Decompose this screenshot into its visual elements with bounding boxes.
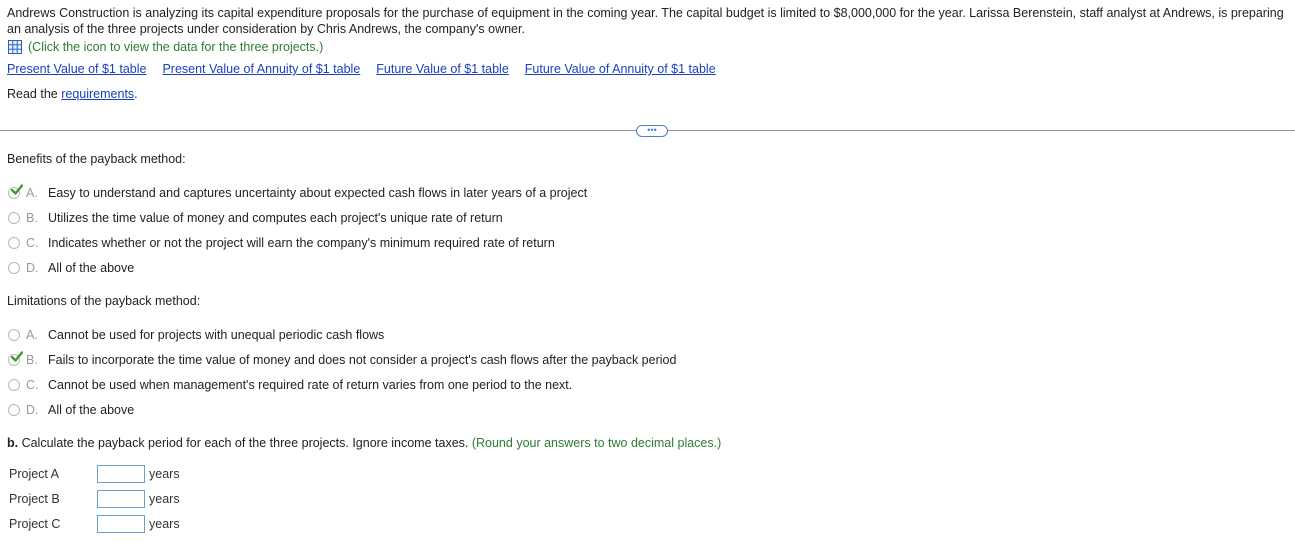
radio-selected[interactable] xyxy=(8,351,23,366)
limitation-option-a[interactable]: A. Cannot be used for projects with unequ… xyxy=(8,327,384,343)
option-letter: D. xyxy=(26,403,39,417)
project-data-link[interactable]: (Click the icon to view the data for the… xyxy=(8,40,323,54)
radio-button[interactable] xyxy=(8,212,20,224)
option-letter: C. xyxy=(26,236,39,250)
requirements-link[interactable]: requirements xyxy=(61,87,134,101)
option-text: Utilizes the time value of money and com… xyxy=(48,211,503,225)
limitation-option-d[interactable]: D. All of the above xyxy=(8,402,134,418)
project-c-label: Project C xyxy=(9,517,61,531)
option-text: Fails to incorporate the time value of m… xyxy=(48,353,677,367)
project-data-link-text[interactable]: (Click the icon to view the data for the… xyxy=(28,40,323,54)
requirements-line: Read the requirements. xyxy=(7,87,138,101)
problem-intro: Andrews Construction is analyzing its ca… xyxy=(7,6,1284,36)
radio-selected[interactable] xyxy=(8,184,23,199)
project-a-input[interactable] xyxy=(97,465,145,483)
project-b-unit: years xyxy=(149,492,180,506)
option-letter: B. xyxy=(26,211,38,225)
radio-button[interactable] xyxy=(8,237,20,249)
checkmark-icon xyxy=(11,351,23,362)
radio-button[interactable] xyxy=(8,329,20,341)
part-b-marker: b. xyxy=(7,436,19,450)
part-b-question: b. Calculate the payback period for each… xyxy=(7,436,721,450)
part-b-text: Calculate the payback period for each of… xyxy=(18,436,472,450)
option-letter: B. xyxy=(26,353,38,367)
limitation-option-b[interactable]: B. Fails to incorporate the time value of… xyxy=(8,351,677,368)
option-text: All of the above xyxy=(48,261,135,275)
radio-button[interactable] xyxy=(8,404,20,416)
option-text: All of the above xyxy=(48,403,135,417)
radio-button[interactable] xyxy=(8,262,20,274)
limitations-label: Limitations of the payback method: xyxy=(7,294,201,308)
option-text: Cannot be used when management's require… xyxy=(48,378,573,392)
project-a-label: Project A xyxy=(9,467,60,481)
project-b-input[interactable] xyxy=(97,490,145,508)
option-letter: C. xyxy=(26,378,39,392)
project-b-label: Project B xyxy=(9,492,60,506)
option-letter: A. xyxy=(26,186,38,200)
rounding-hint: (Round your answers to two decimal place… xyxy=(471,436,722,450)
option-letter: A. xyxy=(26,328,38,342)
requirements-suffix: . xyxy=(134,87,138,101)
benefit-option-c[interactable]: C. Indicates whether or not the project w… xyxy=(8,235,555,251)
project-c-input[interactable] xyxy=(97,515,145,533)
option-text: Cannot be used for projects with unequal… xyxy=(48,328,385,342)
limitation-option-c[interactable]: C. Cannot be used when management's requi… xyxy=(8,377,572,393)
pv-annuity-table-link[interactable]: Present Value of Annuity of $1 table xyxy=(162,62,360,76)
project-a-row: Project A years xyxy=(9,464,180,484)
pv-table-link[interactable]: Present Value of $1 table xyxy=(7,62,146,76)
radio-button[interactable] xyxy=(8,379,20,391)
option-text: Easy to understand and captures uncertai… xyxy=(48,186,588,200)
fv-annuity-table-link[interactable]: Future Value of Annuity of $1 table xyxy=(525,62,716,76)
benefit-option-a[interactable]: A. Easy to understand and captures uncert… xyxy=(8,184,588,201)
project-b-row: Project B years xyxy=(9,489,180,509)
requirements-prefix: Read the xyxy=(7,87,62,101)
project-a-unit: years xyxy=(149,467,180,481)
table-grid-icon[interactable] xyxy=(8,40,22,54)
reference-tables: Present Value of $1 table Present Value … xyxy=(7,62,716,76)
option-text: Indicates whether or not the project wil… xyxy=(48,236,555,250)
checkmark-icon xyxy=(11,184,23,195)
benefits-label: Benefits of the payback method: xyxy=(7,152,186,166)
option-letter: D. xyxy=(26,261,39,275)
benefit-option-d[interactable]: D. All of the above xyxy=(8,260,134,276)
project-c-row: Project C years xyxy=(9,514,180,534)
project-c-unit: years xyxy=(149,517,180,531)
benefit-option-b[interactable]: B. Utilizes the time value of money and c… xyxy=(8,210,503,226)
expand-button[interactable]: ••• xyxy=(636,125,668,137)
fv-table-link[interactable]: Future Value of $1 table xyxy=(376,62,509,76)
